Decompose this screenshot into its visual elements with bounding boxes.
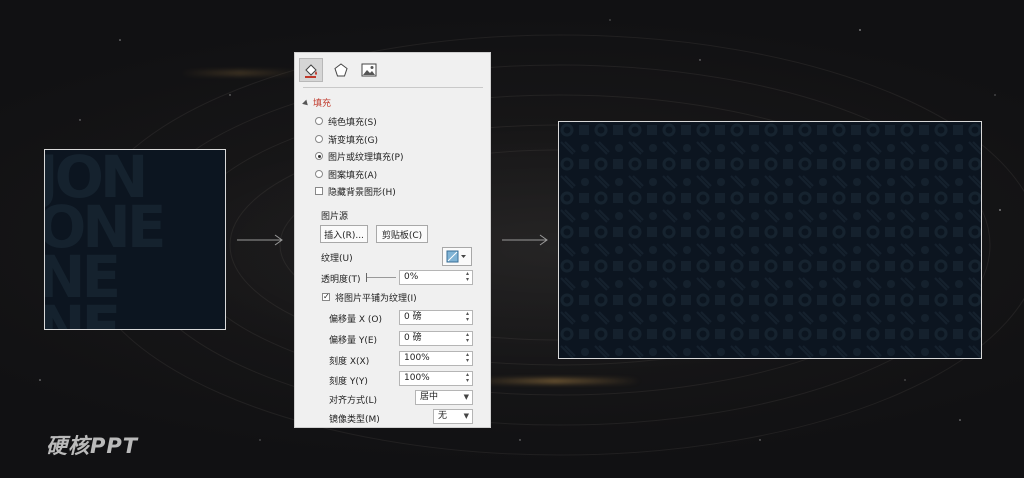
watermark-logo: 硬核PPT <box>46 434 139 458</box>
radio-button[interactable] <box>315 117 323 125</box>
mirror-type-label: 镜像类型(M) <box>329 415 380 425</box>
option-label: 将图片平铺为纹理(I) <box>335 293 417 304</box>
fill-line-tab[interactable] <box>299 58 323 82</box>
tab-divider <box>303 87 483 88</box>
fill-option-picture[interactable]: 图片或纹理填充(P) <box>315 149 403 163</box>
right-arrow-icon <box>237 234 283 246</box>
panel-tabs <box>299 58 485 86</box>
hide-background-option[interactable]: 隐藏背景图形(H) <box>315 184 396 198</box>
clipboard-button[interactable]: 剪贴板(C) <box>376 225 428 243</box>
light-streak <box>180 70 300 76</box>
select-value: 居中 <box>420 392 439 402</box>
paint-bucket-icon <box>305 64 317 78</box>
option-label: 隐藏背景图形(H) <box>328 187 396 198</box>
texture-picker[interactable] <box>442 247 472 266</box>
spinner-arrows-icon[interactable]: ▴ ▾ <box>466 372 469 384</box>
texture-label: 纹理(U) <box>321 254 353 264</box>
format-picture-panel: 填充 纯色填充(S) 渐变填充(G) 图片或纹理填充(P) 图案填充(A) 隐藏… <box>294 52 491 428</box>
collapse-triangle-icon <box>302 99 310 108</box>
pentagon-icon <box>334 63 348 77</box>
spinner-arrows-icon[interactable]: ▴ ▾ <box>466 311 469 323</box>
scale-y-input[interactable]: 100% ▴ ▾ <box>399 371 473 386</box>
transparency-slider[interactable] <box>366 273 396 282</box>
fill-option-solid[interactable]: 纯色填充(S) <box>315 114 377 128</box>
offset-x-input[interactable]: 0 磅 ▴ ▾ <box>399 310 473 325</box>
result-tiled-image <box>558 121 982 359</box>
field-value: 0 磅 <box>404 333 422 343</box>
radio-button-selected[interactable] <box>315 152 323 160</box>
fill-option-pattern[interactable]: 图案填充(A) <box>315 167 377 181</box>
option-label: 渐变填充(G) <box>328 135 378 146</box>
fill-section-header[interactable]: 填充 <box>302 96 332 109</box>
field-value: 100% <box>404 353 430 363</box>
chevron-down-icon: ▼ <box>463 412 469 420</box>
insert-button[interactable]: 插入(R)... <box>320 225 368 243</box>
option-label: 纯色填充(S) <box>328 117 377 128</box>
scale-x-label: 刻度 X(X) <box>329 357 370 367</box>
field-value: 0 磅 <box>404 312 422 322</box>
mirror-type-select[interactable]: 无 ▼ <box>433 409 473 424</box>
chevron-down-icon: ▼ <box>463 393 469 401</box>
transparency-input[interactable]: 0% ▴ ▾ <box>399 270 473 285</box>
select-value: 无 <box>438 411 448 421</box>
right-arrow-icon <box>502 234 548 246</box>
spinner-arrows-icon[interactable]: ▴ ▾ <box>466 352 469 364</box>
option-label: 图案填充(A) <box>328 170 378 181</box>
radio-button[interactable] <box>315 135 323 143</box>
field-value: 0% <box>404 272 419 282</box>
scale-y-label: 刻度 Y(Y) <box>329 377 368 387</box>
section-title: 填充 <box>313 99 332 109</box>
spinner-arrows-icon[interactable]: ▴ ▾ <box>466 332 469 344</box>
picture-icon <box>361 63 377 77</box>
transparency-label: 透明度(T) <box>321 275 361 285</box>
offset-x-label: 偏移量 X (O) <box>329 315 382 325</box>
picture-source-label: 图片源 <box>321 212 349 222</box>
tile-pattern <box>559 122 981 358</box>
effects-tab[interactable] <box>329 58 353 82</box>
texture-swatch-icon <box>446 250 466 263</box>
tile-as-texture-option[interactable]: ✓ 将图片平铺为纹理(I) <box>322 290 417 304</box>
option-label: 图片或纹理填充(P) <box>328 152 404 163</box>
alignment-select[interactable]: 居中 ▼ <box>415 390 473 405</box>
scale-x-input[interactable]: 100% ▴ ▾ <box>399 351 473 366</box>
field-value: 100% <box>404 373 430 383</box>
spinner-arrows-icon[interactable]: ▴ ▾ <box>466 271 469 283</box>
offset-y-input[interactable]: 0 磅 ▴ ▾ <box>399 331 473 346</box>
checkbox-checked[interactable]: ✓ <box>322 293 330 301</box>
checkbox[interactable] <box>315 187 323 195</box>
light-streak <box>470 378 640 384</box>
tile-logo-text: JON ONE NE NE <box>44 149 166 330</box>
offset-y-label: 偏移量 Y(E) <box>329 336 378 346</box>
picture-tab[interactable] <box>357 58 381 82</box>
radio-button[interactable] <box>315 170 323 178</box>
source-tile-image: JON ONE NE NE <box>44 149 226 330</box>
alignment-label: 对齐方式(L) <box>329 396 378 406</box>
fill-option-gradient[interactable]: 渐变填充(G) <box>315 132 378 146</box>
